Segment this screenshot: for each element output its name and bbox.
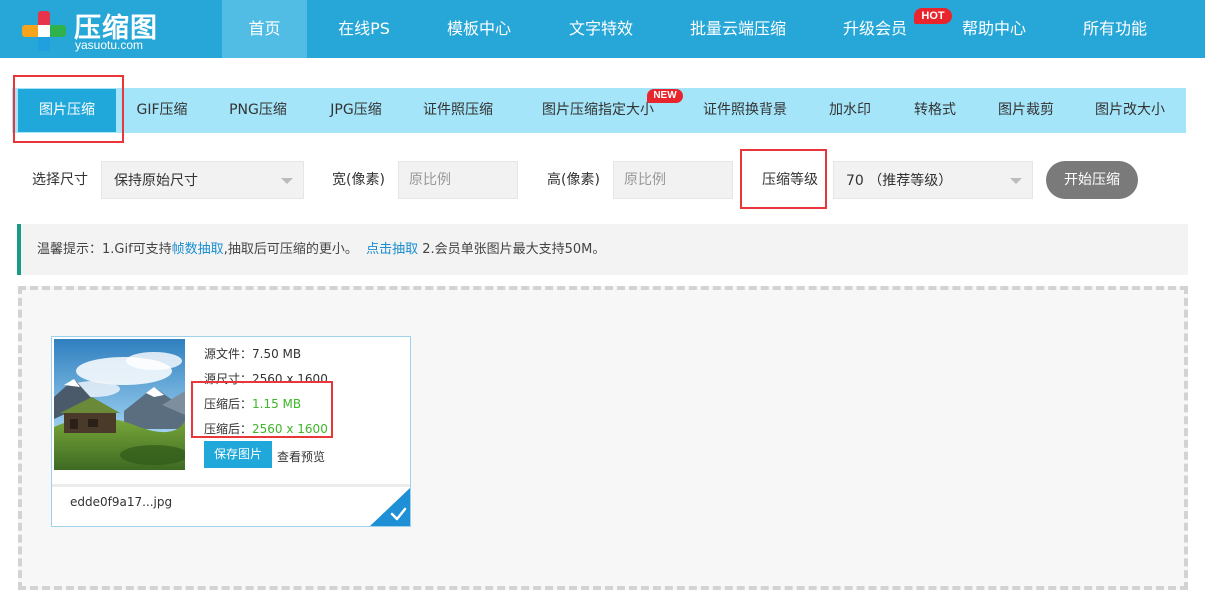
width-label: 宽(像素) bbox=[332, 172, 385, 188]
source-size-value: 7.50 MB bbox=[252, 347, 302, 361]
tab-png-compress[interactable]: PNG压缩 bbox=[218, 88, 298, 133]
landscape-thumbnail-icon bbox=[54, 339, 185, 470]
frame-extract-link[interactable]: 帧数抽取 bbox=[172, 242, 224, 257]
nav-online-ps[interactable]: 在线PS bbox=[320, 0, 408, 58]
height-input[interactable]: 原比例 bbox=[613, 161, 733, 199]
card-footer: edde0f9a17...jpg bbox=[52, 484, 410, 526]
source-dimension-value: 2560 x 1600 bbox=[252, 372, 328, 386]
tab-image-crop[interactable]: 图片裁剪 bbox=[988, 88, 1064, 133]
checkmark-icon bbox=[370, 488, 410, 526]
compressed-dimension-line: 压缩后：2560 x 1600 bbox=[204, 420, 328, 437]
height-label: 高(像素) bbox=[547, 172, 600, 188]
compression-level-label: 压缩等级 bbox=[762, 172, 818, 188]
nav-template-center[interactable]: 模板中心 bbox=[430, 0, 528, 58]
tip-suffix: 2.会员单张图片最大支持50M。 bbox=[418, 242, 606, 257]
source-size-label: 源文件： bbox=[204, 347, 253, 361]
compressed-dimension-label: 压缩后： bbox=[204, 422, 253, 436]
caret-down-icon bbox=[1010, 178, 1022, 184]
compressed-size-label: 压缩后： bbox=[204, 397, 253, 411]
compression-level-select[interactable]: 70 （推荐等级） bbox=[833, 161, 1033, 199]
logo-subtitle: yasuotu.com bbox=[75, 38, 144, 52]
view-preview-link[interactable]: 查看预览 bbox=[277, 448, 325, 465]
size-select-value: 保持原始尺寸 bbox=[114, 173, 198, 189]
compressed-dimension-value: 2560 x 1600 bbox=[252, 422, 328, 436]
tab-compress-to-size[interactable]: 图片压缩指定大小 bbox=[530, 88, 666, 133]
source-dimension-label: 源尺寸： bbox=[204, 372, 253, 386]
tab-id-photo-compress[interactable]: 证件照压缩 bbox=[412, 88, 504, 133]
size-select[interactable]: 保持原始尺寸 bbox=[101, 161, 304, 199]
size-label: 选择尺寸 bbox=[32, 172, 88, 188]
compressed-size-line: 压缩后：1.15 MB bbox=[204, 395, 301, 412]
compressed-size-value: 1.15 MB bbox=[252, 397, 302, 411]
nav-home[interactable]: 首页 bbox=[222, 0, 307, 58]
nav-batch-cloud-compress[interactable]: 批量云端压缩 bbox=[674, 0, 802, 58]
caret-down-icon bbox=[281, 178, 293, 184]
site-logo[interactable]: 压缩图 yasuotu.com bbox=[22, 8, 172, 52]
tip-middle: ,抽取后可压缩的更小。 bbox=[223, 242, 358, 257]
tab-jpg-compress[interactable]: JPG压缩 bbox=[318, 88, 394, 133]
tab-image-resize[interactable]: 图片改大小 bbox=[1086, 88, 1174, 133]
nav-upgrade-membership[interactable]: 升级会员 bbox=[826, 0, 924, 58]
tab-gif-compress[interactable]: GIF压缩 bbox=[124, 88, 200, 133]
source-size-line: 源文件：7.50 MB bbox=[204, 345, 301, 362]
start-compress-button[interactable]: 开始压缩 bbox=[1046, 161, 1138, 199]
tab-id-photo-background[interactable]: 证件照换背景 bbox=[694, 88, 796, 133]
cross-logo-icon bbox=[22, 11, 66, 51]
width-input[interactable]: 原比例 bbox=[398, 161, 518, 199]
tip-banner: 温馨提示：1.Gif可支持帧数抽取,抽取后可压缩的更小。 点击抽取 2.会员单张… bbox=[17, 224, 1188, 275]
tab-watermark[interactable]: 加水印 bbox=[820, 88, 880, 133]
nav-help-center[interactable]: 帮助中心 bbox=[945, 0, 1043, 58]
image-thumbnail bbox=[54, 339, 185, 470]
source-dimension-line: 源尺寸：2560 x 1600 bbox=[204, 370, 328, 387]
file-name: edde0f9a17...jpg bbox=[70, 495, 173, 509]
nav-all-features[interactable]: 所有功能 bbox=[1066, 0, 1164, 58]
new-badge: NEW bbox=[647, 89, 683, 103]
click-extract-link[interactable]: 点击抽取 bbox=[366, 242, 418, 257]
tab-image-compress[interactable]: 图片压缩 bbox=[18, 89, 116, 132]
file-result-card: 源文件：7.50 MB 源尺寸：2560 x 1600 压缩后：1.15 MB … bbox=[51, 336, 411, 527]
compression-level-value: 70 （推荐等级） bbox=[846, 173, 953, 189]
nav-text-effects[interactable]: 文字特效 bbox=[552, 0, 650, 58]
save-image-button[interactable]: 保存图片 bbox=[204, 441, 272, 468]
top-navbar: 压缩图 yasuotu.com 首页 在线PS 模板中心 文字特效 批量云端压缩… bbox=[0, 0, 1205, 58]
tip-prefix: 温馨提示：1.Gif可支持 bbox=[37, 242, 172, 257]
tab-convert-format[interactable]: 转格式 bbox=[904, 88, 966, 133]
hot-badge: HOT bbox=[914, 8, 952, 24]
